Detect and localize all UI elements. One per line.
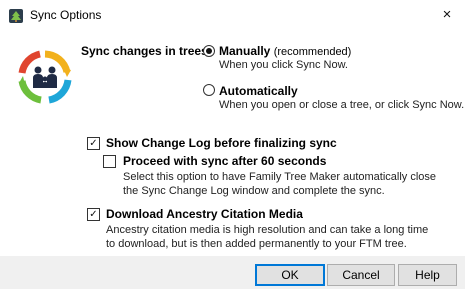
sync-changes-label: Sync changes in trees:: [81, 44, 212, 58]
title-bar: Sync Options ×: [0, 0, 465, 30]
manual-radio[interactable]: [203, 45, 215, 57]
automatic-radio[interactable]: [203, 84, 215, 96]
download-citation-media-checkbox[interactable]: ✓: [87, 208, 100, 221]
family-tree-maker-icon: [9, 9, 23, 23]
manual-description: When you click Sync Now.: [219, 59, 348, 71]
download-citation-media-label[interactable]: Download Ancestry Citation Media: [106, 207, 303, 221]
media-description-line-1: Ancestry citation media is high resoluti…: [106, 224, 429, 236]
manual-label: Manually: [219, 44, 271, 58]
show-change-log-checkbox[interactable]: ✓: [87, 137, 100, 150]
proceed-sync-label[interactable]: Proceed with sync after 60 seconds: [123, 154, 326, 168]
proceed-description-line-1: Select this option to have Family Tree M…: [123, 171, 437, 183]
automatic-label[interactable]: Automatically: [219, 84, 298, 98]
help-button[interactable]: Help: [398, 264, 457, 286]
manual-option-label[interactable]: Manually (recommended): [219, 44, 351, 58]
cancel-button[interactable]: Cancel: [327, 264, 395, 286]
media-description-line-2: to download, but is then added permanent…: [106, 238, 407, 250]
sync-family-icon: [16, 48, 74, 106]
proceed-description-line-2: the Sync Change Log window and complete …: [123, 185, 385, 197]
show-change-log-label[interactable]: Show Change Log before finalizing sync: [106, 136, 337, 150]
proceed-sync-checkbox[interactable]: [103, 155, 116, 168]
recommended-note: (recommended): [273, 46, 352, 58]
close-icon[interactable]: ×: [437, 5, 457, 25]
window-title: Sync Options: [30, 8, 102, 22]
ok-button[interactable]: OK: [255, 264, 325, 286]
automatic-description: When you open or close a tree, or click …: [219, 99, 465, 111]
button-bar: OK Cancel Help: [0, 256, 465, 289]
